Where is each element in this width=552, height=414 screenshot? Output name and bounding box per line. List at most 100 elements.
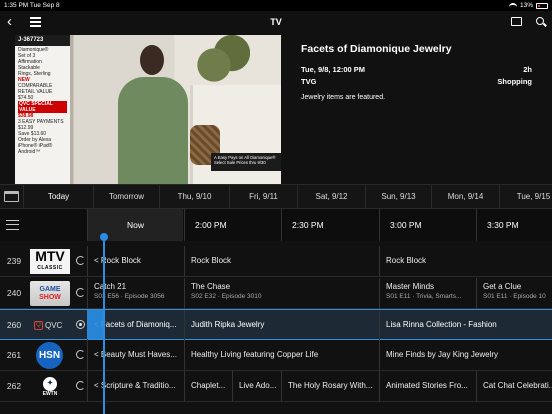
- program-cell-title: < Beauty Must Haves...: [94, 350, 177, 359]
- channel-row-262[interactable]: 262 ✦ EWTN < Scripture & Traditio... Cha…: [0, 371, 552, 402]
- channel-row-239[interactable]: 239 MTV CLASSIC < Rock Block Rock Block …: [0, 246, 552, 277]
- program-cell[interactable]: Lisa Rinna Collection - Fashion: [379, 310, 552, 341]
- promo-devices: iPhone® iPad® Android™: [18, 143, 53, 155]
- program-cell[interactable]: Mine Finds by Jay King Jewelry: [379, 340, 552, 371]
- game-show-logo: GAME SHOW: [30, 281, 70, 306]
- program-cell[interactable]: Rock Block: [379, 246, 552, 277]
- replay-icon[interactable]: [76, 288, 85, 297]
- program-duration: 2h: [523, 65, 532, 74]
- filter-icon[interactable]: [6, 220, 19, 230]
- program-cell-title: Lisa Rinna Collection - Fashion: [386, 320, 497, 329]
- search-icon[interactable]: [536, 17, 544, 25]
- ewtn-emblem-icon: ✦: [43, 376, 57, 391]
- program-cell[interactable]: Cat Chat Celebrati...: [476, 371, 552, 402]
- day-tab[interactable]: Sun, 9/13: [366, 185, 432, 210]
- program-cell-title: The Holy Rosary With...: [288, 381, 373, 390]
- program-cell[interactable]: The Chase S02 E32 · Episode 3010: [184, 278, 379, 309]
- program-rating: TVG: [301, 77, 317, 86]
- replay-icon[interactable]: [76, 256, 85, 265]
- now-time-dot: [100, 233, 108, 241]
- channel-row-260[interactable]: 260 Q QVC < Facets of Diamoniq... Judith…: [0, 309, 552, 341]
- program-cell[interactable]: Rock Block: [184, 246, 379, 277]
- video-easypay-banner: A Easy Pays on All Diamonique® Select Sa…: [211, 153, 281, 171]
- mtv-classic-logo: MTV CLASSIC: [30, 249, 70, 274]
- day-selector: Today Tomorrow Thu, 9/10 Fri, 9/11 Sat, …: [0, 184, 552, 210]
- replay-icon[interactable]: [76, 381, 85, 390]
- mtv-logo-mark: MTV CLASSIC: [30, 249, 70, 274]
- program-cell-subtitle: S03 E56 · Episode 3056: [94, 293, 165, 300]
- replay-icon[interactable]: [76, 350, 85, 359]
- time-slot: 2:30 PM: [281, 209, 379, 241]
- qvc-logo: Q QVC: [30, 313, 70, 338]
- program-cell-subtitle: S02 E32 · Episode 3010: [191, 293, 262, 300]
- status-right: 13%: [508, 2, 548, 9]
- program-cell-title: Catch 21: [94, 282, 127, 291]
- time-slot: 3:30 PM: [476, 209, 552, 241]
- day-tab[interactable]: Sat, 9/12: [298, 185, 366, 210]
- program-cell-title: Cat Chat Celebrati...: [483, 381, 552, 390]
- logo-text: GAME: [39, 285, 61, 293]
- program-cell-subtitle: S01 E11 · Episode 10: [483, 293, 546, 300]
- ewtn-logo-mark: ✦ EWTN: [30, 374, 70, 399]
- cast-icon[interactable]: [511, 17, 522, 26]
- live-indicator-icon[interactable]: [76, 320, 85, 329]
- program-cell-title: < Scripture & Traditio...: [94, 381, 176, 390]
- day-tab[interactable]: Mon, 9/14: [432, 185, 500, 210]
- status-bar: 1:35 PM Tue Sep 8 13%: [0, 0, 552, 11]
- wifi-icon: [508, 2, 517, 9]
- program-cell[interactable]: Chaplet...: [184, 371, 232, 402]
- calendar-button[interactable]: [0, 185, 24, 210]
- now-time-indicator: [103, 236, 105, 414]
- program-cell[interactable]: < Rock Block: [87, 246, 184, 277]
- time-slot: 3:00 PM: [379, 209, 476, 241]
- channel-row-261[interactable]: 261 HSN < Beauty Must Haves... Healthy L…: [0, 340, 552, 371]
- program-title: Facets of Diamonique Jewelry: [301, 43, 452, 55]
- program-cell-title: Chaplet...: [191, 381, 226, 390]
- program-cell[interactable]: Get a Clue S01 E11 · Episode 10: [476, 278, 552, 309]
- program-cell[interactable]: Judith Ripka Jewelry: [184, 310, 379, 341]
- program-cell[interactable]: The Holy Rosary With...: [281, 371, 379, 402]
- program-cell[interactable]: Healthy Living featuring Copper Life: [184, 340, 379, 371]
- day-tab[interactable]: Thu, 9/10: [160, 185, 230, 210]
- day-tab[interactable]: Tue, 9/15: [500, 185, 552, 210]
- program-genre: Shopping: [497, 77, 532, 86]
- video-player[interactable]: J-367723 Diamonique® Set of 3 Affirmatio…: [15, 35, 281, 184]
- program-cell-title: Live Ado...: [239, 381, 277, 390]
- day-tab-today[interactable]: Today: [24, 185, 94, 210]
- channel-row-240[interactable]: 240 GAME SHOW Catch 21 S03 E56 · Episode…: [0, 278, 552, 309]
- program-cell-title: Healthy Living featuring Copper Life: [191, 350, 319, 359]
- program-cell[interactable]: Animated Stories Fro...: [379, 371, 476, 402]
- ewtn-logo: ✦ EWTN: [30, 374, 70, 399]
- program-cell-title: < Facets of Diamoniq...: [94, 320, 177, 329]
- gsn-logo-mark: GAME SHOW: [30, 281, 70, 306]
- program-cell-title: < Rock Block: [94, 256, 141, 265]
- logo-text: HSN: [38, 350, 61, 361]
- page-title: TV: [270, 17, 282, 27]
- program-description: Jewelry items are featured.: [301, 94, 386, 101]
- day-tab[interactable]: Fri, 9/11: [230, 185, 298, 210]
- program-cell[interactable]: < Scripture & Traditio...: [87, 371, 184, 402]
- status-time: 1:35 PM Tue Sep 8: [4, 2, 60, 9]
- program-cell[interactable]: Catch 21 S03 E56 · Episode 3056: [87, 278, 184, 309]
- time-header: Now 2:00 PM 2:30 PM 3:00 PM 3:30 PM: [0, 209, 552, 241]
- program-cell[interactable]: < Beauty Must Haves...: [87, 340, 184, 371]
- promo-retail-label: COMPARABLE RETAIL VALUE: [18, 83, 53, 95]
- presenter-body: [118, 77, 188, 184]
- program-airtime: Tue, 9/8, 12:00 PM: [301, 65, 366, 74]
- program-cell-title: Get a Clue: [483, 282, 522, 291]
- program-cell-title: The Chase: [191, 282, 231, 291]
- program-cell[interactable]: Master Minds S01 E11 · Trivia, Smarts...: [379, 278, 476, 309]
- calendar-icon: [4, 191, 19, 202]
- logo-subtext: CLASSIC: [37, 264, 63, 271]
- battery-icon: [536, 2, 548, 9]
- logo-subtext: SHOW: [39, 293, 61, 301]
- program-cell[interactable]: Live Ado...: [232, 371, 281, 402]
- day-tab-tomorrow[interactable]: Tomorrow: [94, 185, 160, 210]
- battery-percent: 13%: [519, 2, 533, 9]
- video-promo-panel: J-367723 Diamonique® Set of 3 Affirmatio…: [15, 35, 70, 184]
- hsn-logo: HSN: [30, 342, 70, 369]
- channel-number: 261: [6, 350, 22, 360]
- logo-text: QVC: [45, 321, 63, 330]
- video-presenter: [108, 45, 198, 184]
- logo-text: MTV: [35, 247, 65, 264]
